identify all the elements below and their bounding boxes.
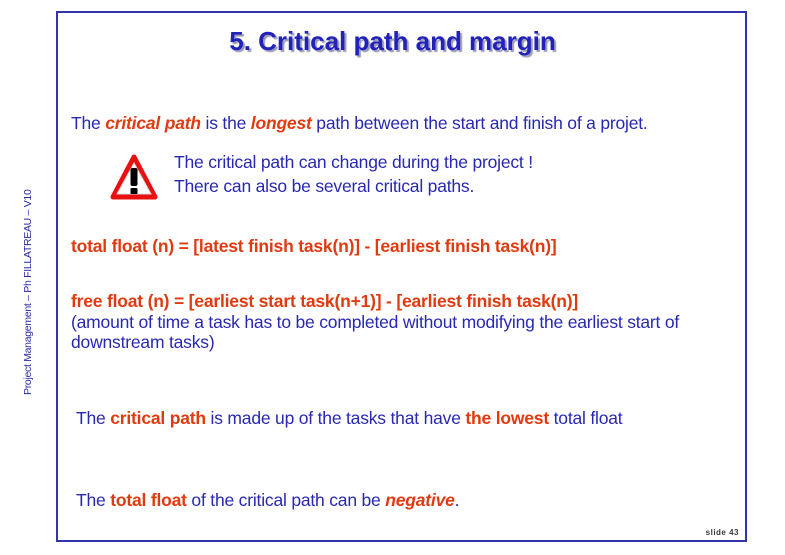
slide-page: Project Management – Ph FILLATREAU – V10… xyxy=(0,0,785,555)
total-float-formula: total float (n) = [latest finish task(n)… xyxy=(71,236,557,256)
slide-title: 5. Critical path and margin xyxy=(229,26,556,56)
total-float-statement: The total float of the critical path can… xyxy=(76,490,460,511)
statement2-negative: negative xyxy=(385,490,455,510)
statement1-text-3: total float xyxy=(548,408,623,428)
warning-icon xyxy=(110,154,158,200)
intro-critical-path: critical path xyxy=(105,113,201,133)
slide-number: slide 43 xyxy=(705,528,739,537)
warning-line-2: There can also be several critical paths… xyxy=(174,176,475,196)
statement2-total-float: total float xyxy=(110,490,187,510)
warning-line-1: The critical path can change during the … xyxy=(174,152,533,172)
statement1-text-1: The xyxy=(76,408,111,428)
intro-sentence: The critical path is the longest path be… xyxy=(71,113,648,134)
warning-text: The critical path can change during the … xyxy=(174,150,533,198)
intro-longest: longest xyxy=(250,113,312,133)
free-float-formula: free float (n) = [earliest start task(n+… xyxy=(71,291,579,311)
statement1-text-2: is made up of the tasks that have xyxy=(205,408,466,428)
critical-path-statement: The critical path is made up of the task… xyxy=(76,408,623,429)
statement1-critical-path: critical path xyxy=(110,408,206,428)
statement2-text-2: of the critical path can be xyxy=(186,490,386,510)
free-float-note: (amount of time a task has to be complet… xyxy=(71,312,680,352)
slide-frame xyxy=(56,11,747,542)
side-label: Project Management – Ph FILLATREAU – V10 xyxy=(22,189,34,396)
intro-text-1: The xyxy=(71,113,106,133)
statement1-lowest: the lowest xyxy=(465,408,549,428)
intro-text-3: path between the start and finish of a p… xyxy=(311,113,648,133)
statement2-text-1: The xyxy=(76,490,111,510)
statement2-text-3: . xyxy=(454,490,460,510)
intro-text-2: is the xyxy=(200,113,251,133)
